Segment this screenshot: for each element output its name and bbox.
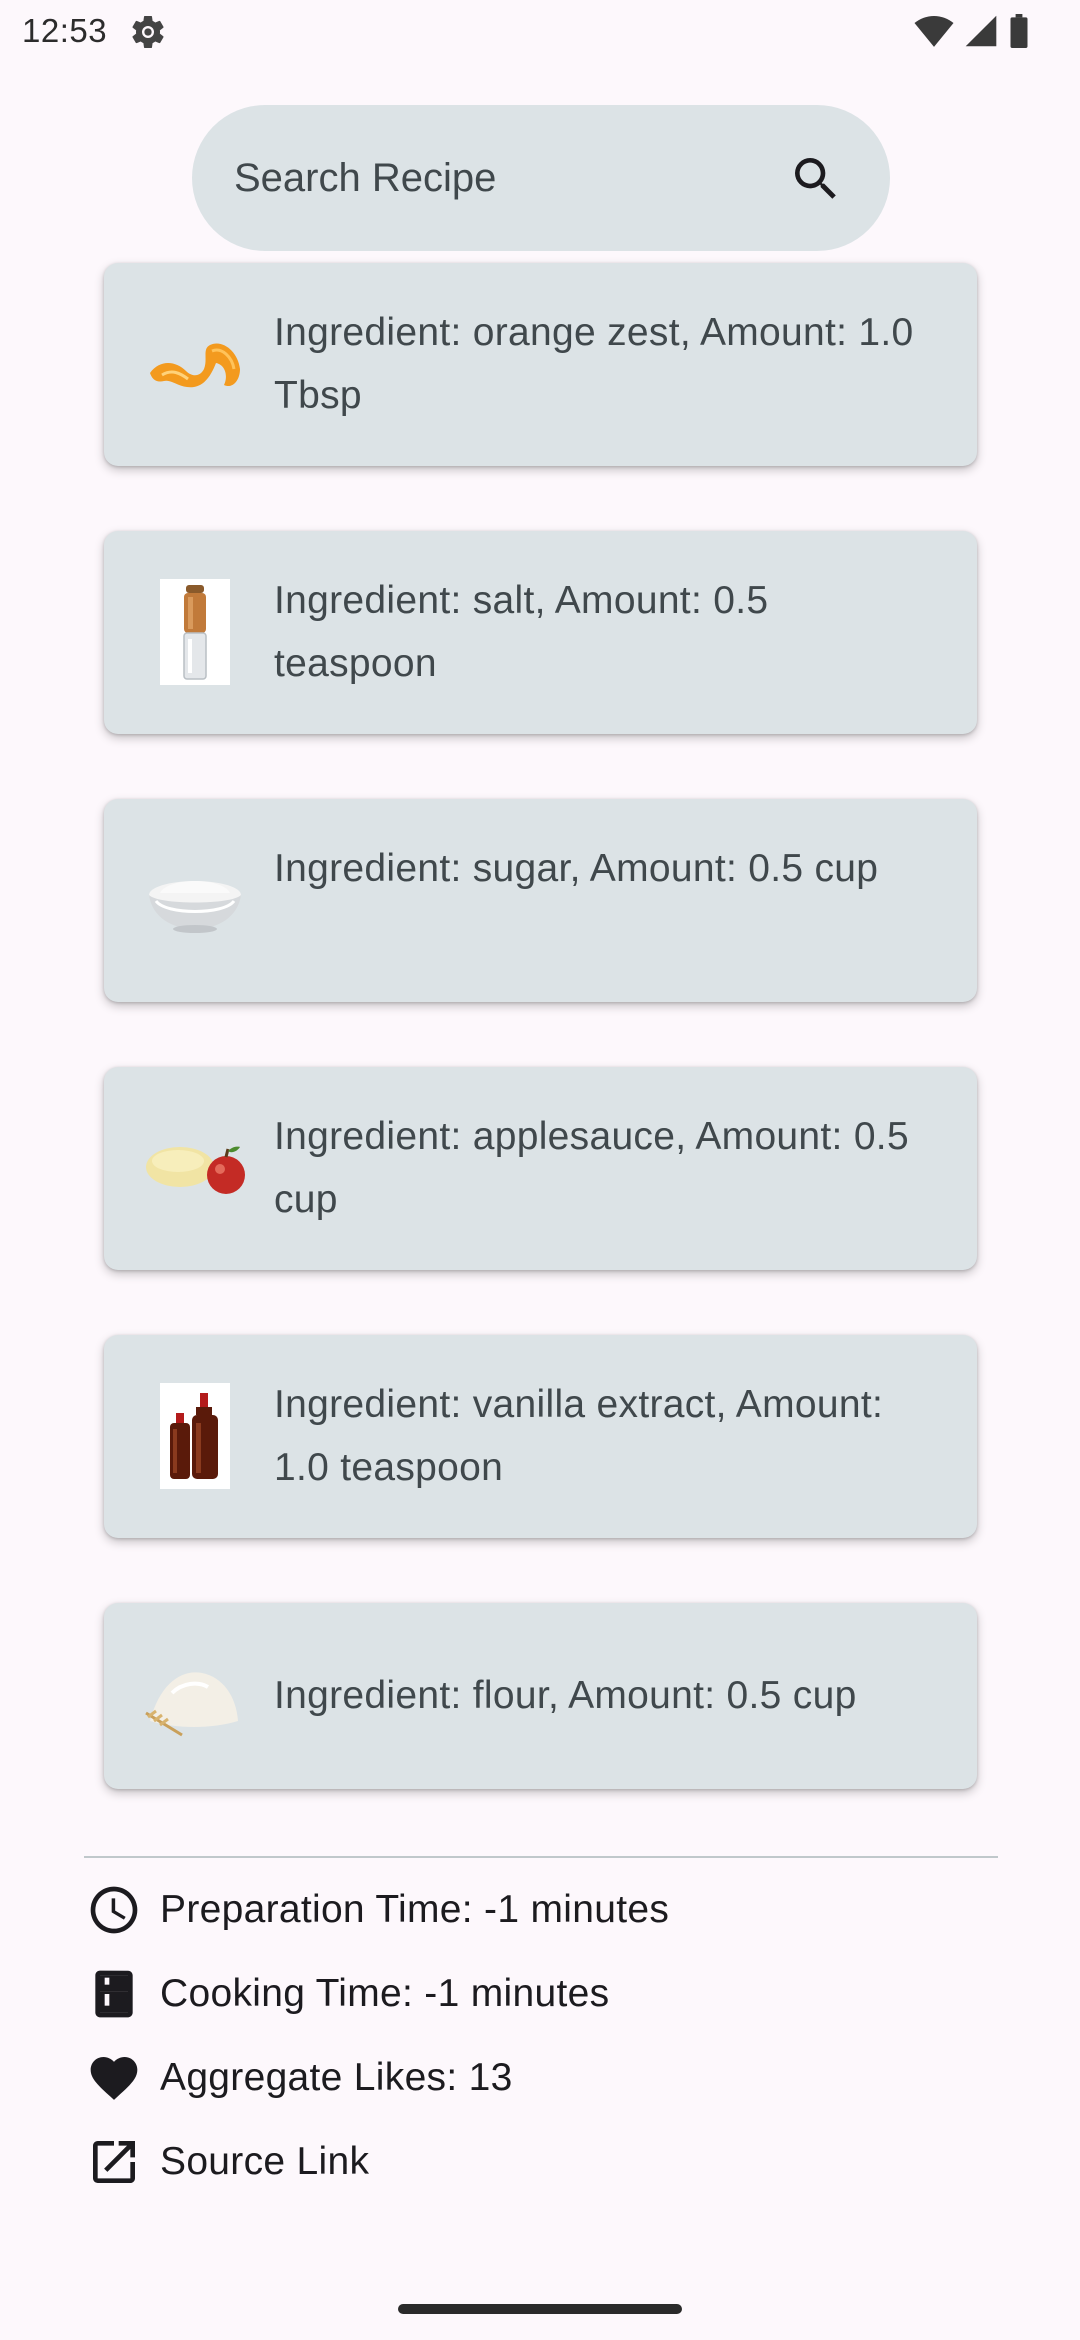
- prep-time-row: Preparation Time: -1 minutes: [86, 1880, 669, 1940]
- flour-pile-image: [145, 1672, 238, 1737]
- status-time: 12:53: [22, 12, 108, 49]
- ingredient-card-vanilla-extract[interactable]: Ingredient: vanilla extract, Amount: 1.0…: [104, 1335, 977, 1538]
- ingredient-text: Ingredient: flour, Amount: 0.5 cup: [274, 1674, 857, 1717]
- ingredient-card-salt[interactable]: Ingredient: salt, Amount: 0.5 teaspoon: [104, 531, 977, 734]
- divider: [84, 1856, 998, 1858]
- vanilla-bottles-image: [160, 1383, 230, 1489]
- search-icon[interactable]: [788, 151, 844, 207]
- ingredient-card-flour[interactable]: Ingredient: flour, Amount: 0.5 cup: [104, 1603, 977, 1789]
- cell-signal-icon: [965, 15, 997, 47]
- source-link-row[interactable]: Source Link: [86, 2132, 369, 2192]
- search-bar: [192, 105, 890, 251]
- prep-time-text: Preparation Time: -1 minutes: [160, 1888, 670, 1931]
- ingredient-text: Ingredient: sugar, Amount: 0.5 cup: [274, 847, 879, 890]
- search-input[interactable]: [234, 105, 754, 251]
- salt-grinder-image: [160, 579, 230, 685]
- ingredient-text: Ingredient: salt, Amount: 0.5 teaspoon: [274, 579, 769, 685]
- likes-text: Aggregate Likes: 13: [160, 2056, 513, 2099]
- home-indicator[interactable]: [398, 2304, 682, 2314]
- heart-icon: [90, 2057, 138, 2100]
- clock-icon: [90, 1886, 138, 1934]
- open-in-new-icon[interactable]: [86, 2134, 142, 2190]
- ingredient-text: Ingredient: applesauce, Amount: 0.5 cup: [274, 1115, 909, 1221]
- ingredient-text: Ingredient: orange zest, Amount: 1.0 Tbs…: [274, 311, 914, 417]
- ingredient-card-applesauce[interactable]: Ingredient: applesauce, Amount: 0.5 cup: [104, 1067, 977, 1270]
- ingredient-card-sugar[interactable]: Ingredient: sugar, Amount: 0.5 cup: [104, 799, 977, 1002]
- sugar-bowl-image: [149, 881, 241, 933]
- wifi-icon: [914, 16, 954, 47]
- ingredient-card-orange-zest[interactable]: Ingredient: orange zest, Amount: 1.0 Tbs…: [104, 263, 977, 466]
- likes-row: Aggregate Likes: 13: [86, 2048, 513, 2108]
- orange-zest-image: [150, 343, 240, 388]
- ingredient-text: Ingredient: vanilla extract, Amount: 1.0…: [274, 1383, 884, 1489]
- status-icons: [914, 14, 1030, 48]
- battery-icon: [1010, 14, 1028, 48]
- cooking-time-row: Cooking Time: -1 minutes: [86, 1964, 609, 2024]
- cooking-time-text: Cooking Time: -1 minutes: [160, 1972, 610, 2015]
- settings-gear-icon: [132, 15, 164, 48]
- applesauce-apple-image: [146, 1146, 245, 1194]
- source-link-text[interactable]: Source Link: [160, 2140, 369, 2184]
- kitchen-icon: [95, 1970, 133, 2018]
- status-bar: 12:53: [0, 0, 1080, 64]
